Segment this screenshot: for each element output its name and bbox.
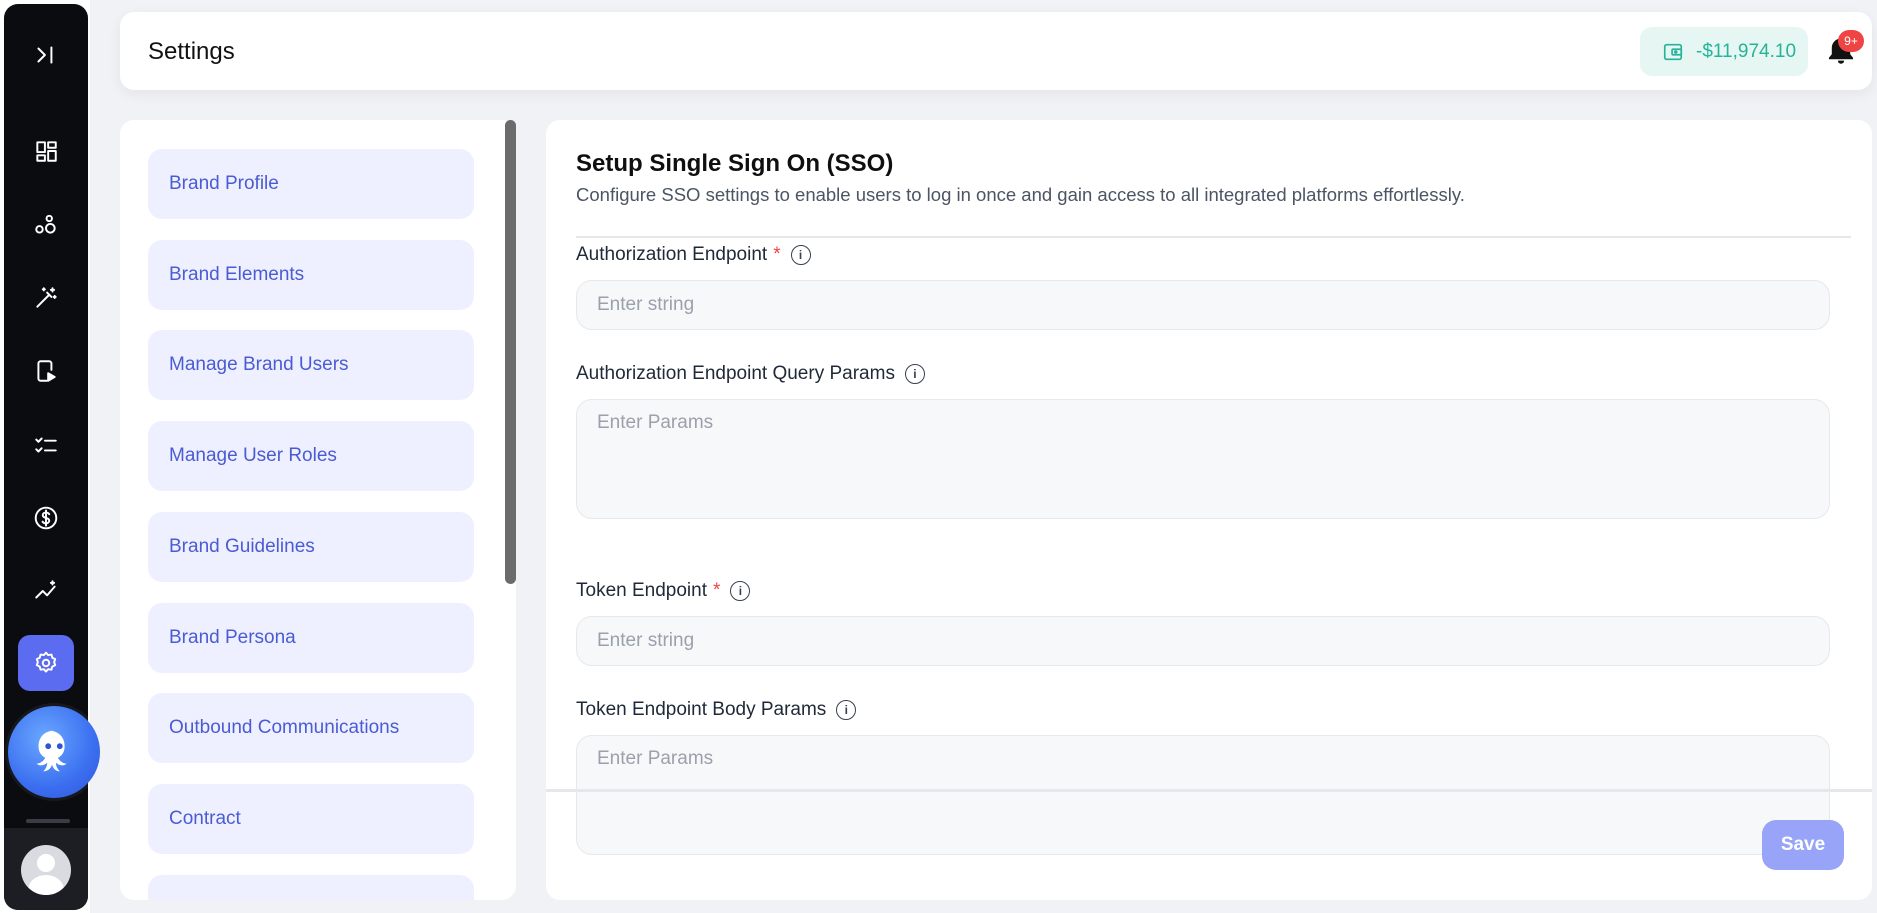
info-icon[interactable]: i <box>790 245 811 265</box>
menu-item-brand-profile[interactable]: Brand Profile <box>148 149 474 219</box>
mobile-play-icon[interactable] <box>18 343 74 399</box>
magic-wand-icon[interactable] <box>18 270 74 326</box>
save-button[interactable]: Save <box>1762 820 1844 870</box>
top-header: Settings -$11,974.10 9+ <box>120 12 1872 90</box>
menu-item-manage-user-roles[interactable]: Manage User Roles <box>148 421 474 491</box>
dollar-icon[interactable] <box>18 490 74 546</box>
expand-sidebar-icon[interactable] <box>18 27 74 83</box>
menu-item-brand-persona[interactable]: Brand Persona <box>148 603 474 673</box>
notification-badge: 9+ <box>1838 30 1864 52</box>
page-title: Settings <box>148 38 235 65</box>
section-title: Setup Single Sign On (SSO) <box>576 150 894 177</box>
dashboard-icon[interactable] <box>18 123 74 179</box>
menu-item-brand-elements[interactable]: Brand Elements <box>148 240 474 310</box>
form-bottom-divider <box>546 789 1872 792</box>
balance-amount: -$11,974.10 <box>1696 40 1797 62</box>
user-avatar[interactable] <box>21 845 71 895</box>
info-icon[interactable]: i <box>836 700 857 720</box>
checklist-icon[interactable] <box>18 417 74 473</box>
wallet-icon <box>1663 43 1683 60</box>
wallet-balance[interactable]: -$11,974.10 <box>1640 27 1808 76</box>
required-asterisk: * <box>773 244 781 265</box>
rail-user-section <box>4 828 88 910</box>
menu-item-brand-guidelines[interactable]: Brand Guidelines <box>148 512 474 582</box>
label-text: Authorization Endpoint <box>576 244 768 265</box>
octopus-assistant-icon[interactable] <box>8 706 100 798</box>
menu-scrollbar[interactable] <box>505 120 516 584</box>
menu-item-partial[interactable] <box>148 875 474 900</box>
label-text: Token Endpoint <box>576 580 707 601</box>
label-text: Authorization Endpoint Query Params <box>576 363 895 384</box>
menu-item-manage-brand-users[interactable]: Manage Brand Users <box>148 330 474 400</box>
authorization-query-params-textarea[interactable] <box>576 399 1830 519</box>
menu-item-contract[interactable]: Contract <box>148 784 474 854</box>
menu-item-outbound-communications[interactable]: Outbound Communications <box>148 693 474 763</box>
nodes-icon[interactable] <box>18 197 74 253</box>
settings-icon[interactable] <box>18 635 74 691</box>
analytics-icon[interactable] <box>18 563 74 619</box>
info-icon[interactable]: i <box>730 581 751 601</box>
divider <box>576 236 1851 238</box>
settings-menu: Brand Profile Brand Elements Manage Bran… <box>120 120 516 900</box>
required-asterisk: * <box>713 580 721 601</box>
field-label-authorization-endpoint: Authorization Endpoint * i <box>576 244 811 266</box>
info-icon[interactable]: i <box>904 364 925 384</box>
section-description: Configure SSO settings to enable users t… <box>576 184 1465 205</box>
field-label-authorization-query-params: Authorization Endpoint Query Params i <box>576 363 925 385</box>
authorization-endpoint-input[interactable] <box>576 280 1830 330</box>
token-endpoint-input[interactable] <box>576 616 1830 666</box>
token-body-params-textarea[interactable] <box>576 735 1830 855</box>
rail-divider <box>26 819 70 823</box>
sso-panel: Setup Single Sign On (SSO) Configure SSO… <box>546 120 1872 900</box>
field-label-token-body-params: Token Endpoint Body Params i <box>576 699 857 721</box>
label-text: Token Endpoint Body Params <box>576 699 827 720</box>
field-label-token-endpoint: Token Endpoint * i <box>576 580 751 602</box>
